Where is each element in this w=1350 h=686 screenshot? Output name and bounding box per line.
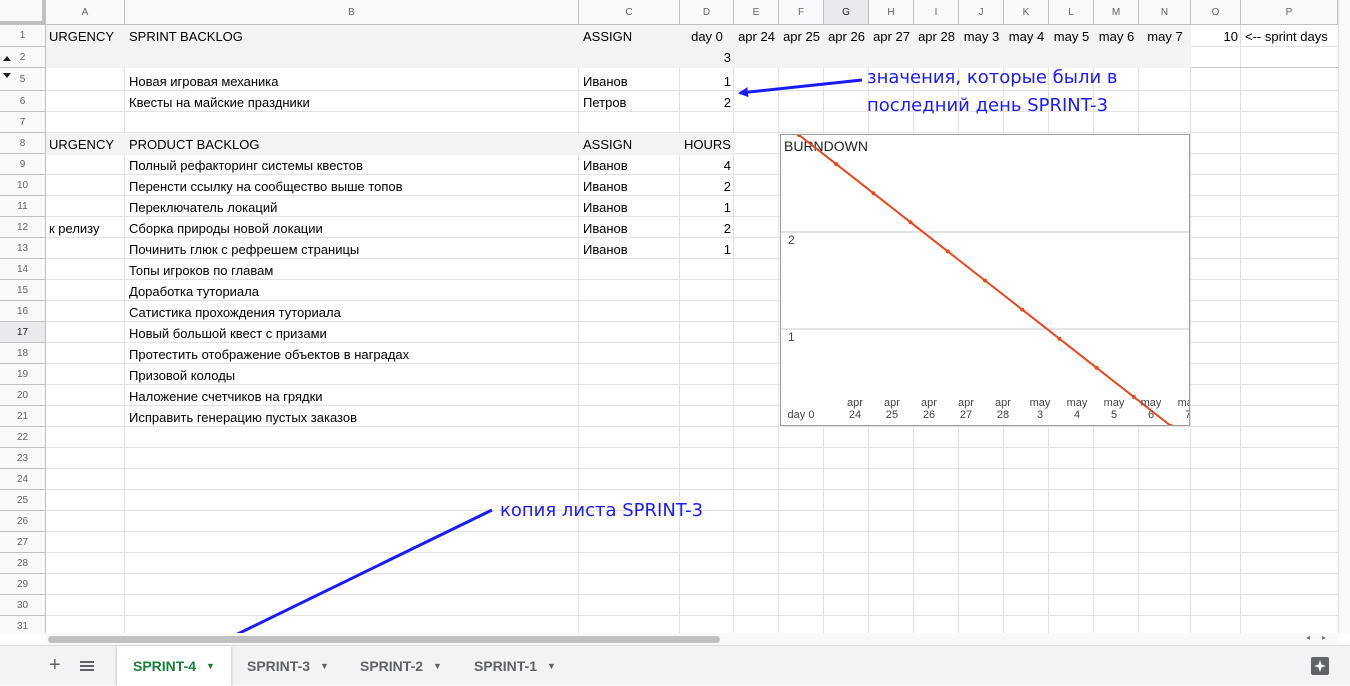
sheet-tab-label: SPRINT-4 <box>133 658 197 674</box>
scroll-left-icon[interactable]: ◂ <box>1306 633 1310 642</box>
explore-icon[interactable] <box>1311 657 1329 680</box>
sheet-tab-sprint-4[interactable]: SPRINT-4 ▼ <box>117 646 231 686</box>
tab-menu-chevron-icon[interactable]: ▼ <box>433 661 442 671</box>
sheet-tab-label: SPRINT-2 <box>360 658 424 674</box>
tab-menu-chevron-icon[interactable]: ▼ <box>320 661 329 671</box>
annotation-arrows <box>213 78 863 647</box>
tab-menu-chevron-icon[interactable]: ▼ <box>547 661 556 671</box>
tab-menu-chevron-icon[interactable]: ▼ <box>206 661 215 671</box>
add-sheet-icon[interactable]: + <box>49 655 61 675</box>
sheet-tab-sprint-2[interactable]: SPRINT-2 ▼ <box>344 646 458 686</box>
sheet-tab-bar: + SPRINT-4 ▼ SPRINT-3 ▼ SPRINT-2 ▼ SPRINT-1 ▼ <box>0 645 1350 686</box>
arrow-to-sprint4-tab <box>213 508 493 647</box>
sheet-tab-sprint-3[interactable]: SPRINT-3 ▼ <box>231 646 344 686</box>
vertical-scrollbar[interactable] <box>1338 0 1350 633</box>
all-sheets-icon[interactable] <box>80 659 94 677</box>
horizontal-scrollbar[interactable]: ◂ ▸ <box>46 633 1338 645</box>
sheet-tab-label: SPRINT-1 <box>474 658 538 674</box>
arrow-to-sprint-values <box>738 78 863 98</box>
sheet-tab-sprint-1[interactable]: SPRINT-1 ▼ <box>458 646 568 686</box>
scroll-right-icon[interactable]: ▸ <box>1322 633 1326 642</box>
sheet-tab-label: SPRINT-3 <box>247 658 311 674</box>
horizontal-scroll-thumb[interactable] <box>48 636 720 643</box>
